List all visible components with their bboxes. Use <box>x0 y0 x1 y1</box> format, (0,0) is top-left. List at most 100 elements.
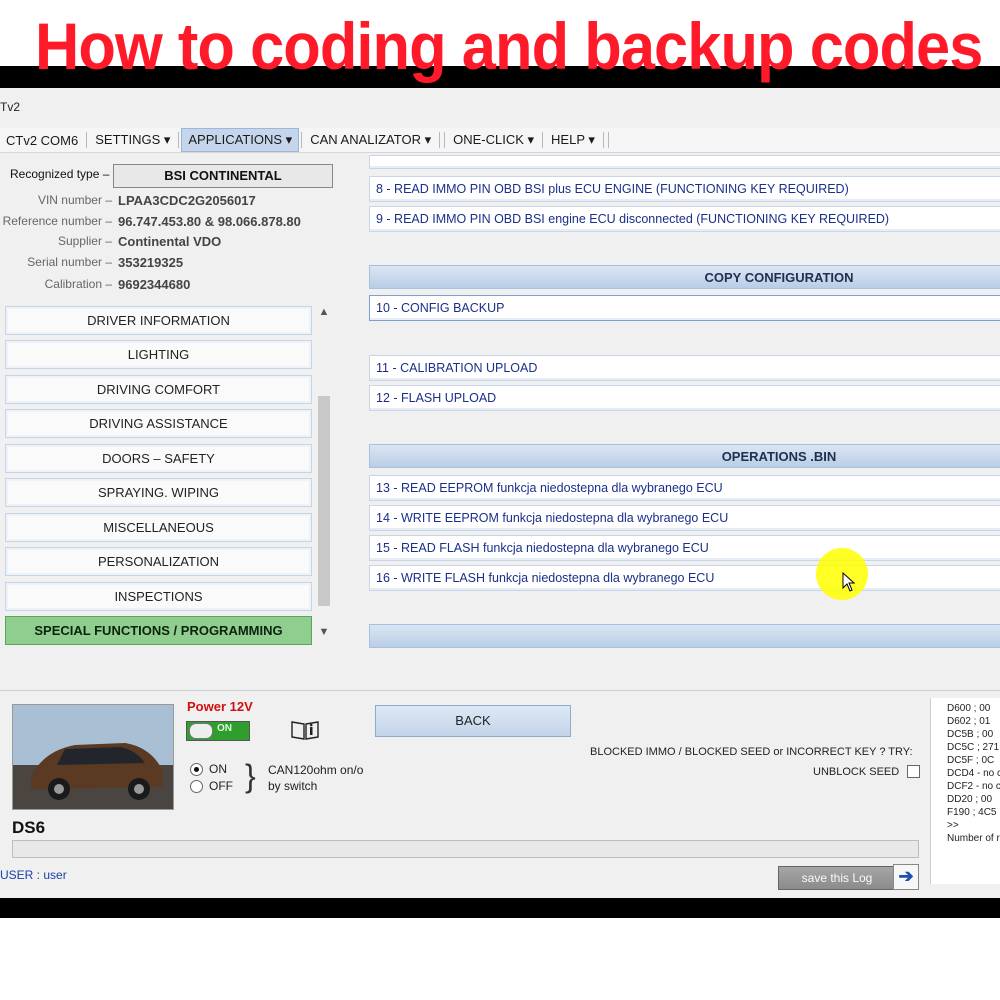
radio-off-label: OFF <box>209 779 233 793</box>
banner-title: How to coding and backup codes <box>35 9 983 83</box>
vehicle-photo <box>12 704 174 810</box>
category-special-functions[interactable]: SPECIAL FUNCTIONS / PROGRAMMING <box>5 616 312 645</box>
car-icon <box>13 705 173 809</box>
scroll-up-icon[interactable]: ▲ <box>316 306 332 318</box>
log-panel: D600 ; 00 D602 ; 01 DC5B ; 00 DC5C ; 271… <box>930 698 1000 884</box>
category-doors-safety[interactable]: DOORS – SAFETY <box>5 444 312 473</box>
menu-can-analizator[interactable]: CAN ANALIZATOR ▾ <box>304 129 437 151</box>
menu-separator <box>86 132 88 148</box>
menu-separator <box>542 132 544 148</box>
menu-settings[interactable]: SETTINGS ▾ <box>89 129 176 151</box>
category-inspections[interactable]: INSPECTIONS <box>5 582 312 611</box>
op-read-immo-pin-disconnected[interactable]: 9 - READ IMMO PIN OBD BSI engine ECU dis… <box>369 206 1000 232</box>
menu-separator <box>607 132 609 148</box>
blocked-immo-hint: BLOCKED IMMO / BLOCKED SEED or INCORRECT… <box>590 746 913 758</box>
serial-value: 353219325 <box>118 254 184 270</box>
op-write-flash[interactable]: 16 - WRITE FLASH funkcja niedostepna dla… <box>369 565 1000 591</box>
log-line: F190 ; 4C5 <box>947 807 997 818</box>
unblock-seed-option[interactable]: UNBLOCK SEED <box>813 765 921 778</box>
toggle-state: ON <box>217 723 232 734</box>
vehicle-model: DS6 <box>12 818 46 837</box>
log-line: DC5B ; 00 <box>947 729 994 740</box>
reference-value: 96.747.453.80 & 98.066.878.80 <box>118 213 301 229</box>
power-label: Power 12V <box>187 699 253 714</box>
calibration-row: Calibration – 9692344680 <box>0 274 191 294</box>
operations-pane <box>360 155 1000 690</box>
log-line: D600 ; 00 <box>947 703 991 714</box>
category-miscellaneous[interactable]: MISCELLANEOUS <box>5 513 312 542</box>
op-write-eeprom[interactable]: 14 - WRITE EEPROM funkcja niedostepna dl… <box>369 505 1000 531</box>
recognized-type-label: Recognized type – <box>10 167 110 181</box>
log-line: Number of r <box>947 833 1000 844</box>
calibration-label: Calibration – <box>44 277 112 291</box>
radio-off[interactable] <box>190 779 203 793</box>
arrow-right-icon[interactable]: ➔ <box>893 864 919 890</box>
letterbox-bar-bottom <box>0 898 1000 918</box>
op-config-backup[interactable]: 10 - CONFIG BACKUP <box>369 295 1000 321</box>
save-log-button[interactable]: save this Log <box>778 866 896 890</box>
serial-row: Serial number – 353219325 <box>0 252 183 272</box>
can-text-line-2: by switch <box>268 779 318 793</box>
section-copy-configuration: COPY CONFIGURATION <box>369 265 1000 289</box>
category-personalization[interactable]: PERSONALIZATION <box>5 547 312 576</box>
op-calibration-upload[interactable]: 11 - CALIBRATION UPLOAD <box>369 355 1000 381</box>
log-line: DCD4 - no c <box>947 768 1000 779</box>
menu-separator <box>439 132 441 148</box>
menu-applications[interactable]: APPLICATIONS ▾ <box>181 128 300 152</box>
menu-separator <box>602 132 604 148</box>
toggle-knob <box>189 723 213 739</box>
category-driving-assistance[interactable]: DRIVING ASSISTANCE <box>5 409 312 438</box>
radio-on[interactable] <box>190 762 203 776</box>
menu-one-click[interactable]: ONE-CLICK ▾ <box>447 129 540 151</box>
section-operations-bin: OPERATIONS .BIN <box>369 444 1000 468</box>
op-read-flash[interactable]: 15 - READ FLASH funkcja niedostepna dla … <box>369 535 1000 561</box>
user-label: USER : user <box>0 868 67 882</box>
category-scrollbar[interactable]: ▲ ▼ <box>316 306 332 642</box>
menu-com-port[interactable]: CTv2 COM6 <box>0 130 84 151</box>
section-empty <box>369 624 1000 648</box>
log-line: DC5F ; 0C <box>947 755 995 766</box>
log-line: DC5C ; 271 <box>947 742 1000 753</box>
vin-label: VIN number – <box>37 193 112 207</box>
menu-bar: CTv2 COM6 SETTINGS ▾ APPLICATIONS ▾ CAN … <box>0 128 1000 153</box>
calibration-value: 9692344680 <box>118 276 191 292</box>
power-toggle[interactable]: ON <box>186 721 250 741</box>
supplier-row: Supplier – Continental VDO <box>0 231 221 251</box>
category-spraying-wiping[interactable]: SPRAYING. WIPING <box>5 478 312 507</box>
op-row-partial <box>369 155 1000 169</box>
category-lighting[interactable]: LIGHTING <box>5 340 312 369</box>
can-on-option[interactable]: ON <box>190 762 227 776</box>
log-line: DD20 ; 00 <box>947 794 993 805</box>
window-title: Tv2 <box>0 100 21 114</box>
mouse-pointer-icon <box>842 572 856 592</box>
recognized-type-value: BSI CONTINENTAL <box>113 164 333 188</box>
vin-value: LPAA3CDC2G2056017 <box>118 192 256 208</box>
op-flash-upload[interactable]: 12 - FLASH UPLOAD <box>369 385 1000 411</box>
supplier-label: Supplier – <box>57 234 112 248</box>
unblock-seed-checkbox[interactable] <box>907 765 921 778</box>
log-line: >> <box>947 820 959 831</box>
can-text-line-1: CAN120ohm on/o <box>268 763 364 777</box>
manual-book-icon[interactable] <box>290 719 320 741</box>
can-description: CAN120ohm on/o by switch <box>268 762 363 794</box>
serial-label: Serial number – <box>27 255 112 269</box>
category-driving-comfort[interactable]: DRIVING COMFORT <box>5 375 312 404</box>
vin-row: VIN number – LPAA3CDC2G2056017 <box>0 190 256 210</box>
op-read-eeprom[interactable]: 13 - READ EEPROM funkcja niedostepna dla… <box>369 475 1000 501</box>
reference-row: Reference number – 96.747.453.80 & 98.06… <box>0 211 301 231</box>
radio-on-label: ON <box>209 762 227 776</box>
progress-bar <box>12 840 919 858</box>
menu-separator <box>178 132 180 148</box>
menu-separator <box>301 132 303 148</box>
supplier-value: Continental VDO <box>118 233 222 249</box>
log-line: DCF2 - no c <box>947 781 1000 792</box>
op-read-immo-pin-ecu[interactable]: 8 - READ IMMO PIN OBD BSI plus ECU ENGIN… <box>369 176 1000 202</box>
category-driver-information[interactable]: DRIVER INFORMATION <box>5 306 312 335</box>
reference-label: Reference number – <box>2 214 112 228</box>
can-off-option[interactable]: OFF <box>190 779 233 793</box>
brace-icon: } <box>245 758 256 794</box>
menu-help[interactable]: HELP ▾ <box>545 129 601 151</box>
scroll-down-icon[interactable]: ▼ <box>316 626 332 638</box>
scroll-thumb[interactable] <box>318 396 330 606</box>
back-button[interactable]: BACK <box>375 705 571 737</box>
